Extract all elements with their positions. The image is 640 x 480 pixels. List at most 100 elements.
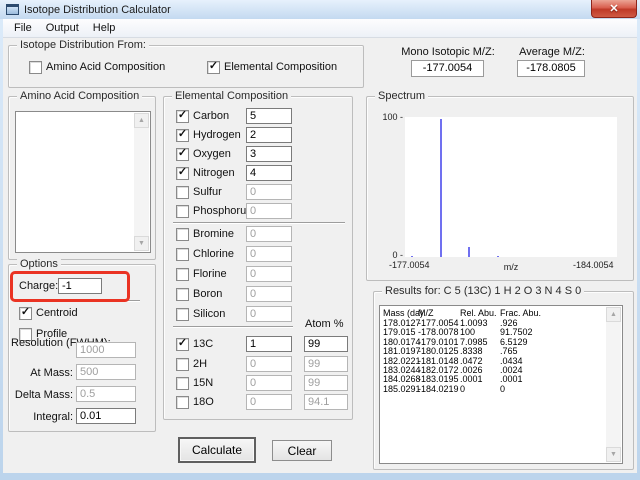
oxygen-label: Oxygen <box>193 148 231 160</box>
hydrogen-checkbox[interactable]: ✓ <box>176 129 189 142</box>
oxygen-checkbox[interactable]: ✓ <box>176 148 189 161</box>
menu-bar: File Output Help <box>3 19 637 38</box>
table-cell: Frac. Abu. <box>500 309 541 318</box>
florine-label: Florine <box>193 268 227 280</box>
spectrum-peak <box>411 256 413 257</box>
carbon-checkbox[interactable]: ✓ <box>176 110 189 123</box>
carbon-count-field[interactable]: 5 <box>246 108 292 124</box>
resolution-fwhm-field[interactable]: 1000 <box>76 342 136 358</box>
2h-label: 2H <box>193 358 207 370</box>
scroll-down-icon[interactable]: ▼ <box>134 236 149 251</box>
florine-checkbox[interactable] <box>176 268 189 281</box>
nitrogen-checkbox[interactable]: ✓ <box>176 167 189 180</box>
nitrogen-count-field[interactable]: 4 <box>246 165 292 181</box>
elemental-composition-checkbox[interactable]: ✓ <box>207 61 220 74</box>
sulfur-checkbox[interactable] <box>176 186 189 199</box>
oxygen-count-field[interactable]: 3 <box>246 146 292 162</box>
window-title: Isotope Distribution Calculator <box>24 4 171 16</box>
13c-count-field[interactable]: 1 <box>246 336 292 352</box>
average-mz-field[interactable]: -178.0805 <box>517 60 585 77</box>
chlorine-label: Chlorine <box>193 248 234 260</box>
boron-checkbox[interactable] <box>176 288 189 301</box>
13c-checkbox[interactable]: ✓ <box>176 338 189 351</box>
element-row: 18O094.1 <box>164 394 352 410</box>
close-button[interactable]: ✕ <box>591 0 637 18</box>
scroll-down-icon[interactable]: ▼ <box>606 447 621 462</box>
nitrogen-label: Nitrogen <box>193 167 235 179</box>
clear-button[interactable]: Clear <box>272 440 332 461</box>
15n-atom-pct-field[interactable]: 99 <box>304 375 348 391</box>
menu-help[interactable]: Help <box>86 20 123 36</box>
table-cell: 0 <box>460 385 465 394</box>
group-label: Amino Acid Composition <box>17 90 142 103</box>
spectrum-peak <box>468 247 470 257</box>
sulfur-label: Sulfur <box>193 186 222 198</box>
18o-checkbox[interactable] <box>176 396 189 409</box>
silicon-checkbox[interactable] <box>176 308 189 321</box>
18o-atom-pct-field[interactable]: 94.1 <box>304 394 348 410</box>
table-cell: Rel. Abu. <box>460 309 497 318</box>
sulfur-count-field[interactable]: 0 <box>246 184 292 200</box>
integral-field[interactable]: 0.01 <box>76 408 136 424</box>
amino-acid-listbox[interactable]: ▲ ▼ <box>15 111 151 253</box>
centroid-label: Centroid <box>36 307 78 319</box>
mono-isotopic-mz-field[interactable]: -177.0054 <box>411 60 484 77</box>
spectrum-peak <box>440 119 442 257</box>
amino-acid-composition-label: Amino Acid Composition <box>46 61 165 73</box>
15n-checkbox[interactable] <box>176 377 189 390</box>
silicon-count-field[interactable]: 0 <box>246 306 292 322</box>
18o-count-field[interactable]: 0 <box>246 394 292 410</box>
element-row: Boron0 <box>164 286 352 302</box>
group-results: Results for: C 5 (13C) 1 H 2 O 3 N 4 S 0… <box>373 291 634 470</box>
delta-mass-label: Delta Mass: <box>11 389 73 401</box>
spectrum-plot <box>405 117 617 257</box>
bromine-count-field[interactable]: 0 <box>246 226 292 242</box>
scroll-up-icon[interactable]: ▲ <box>134 113 149 128</box>
scroll-up-icon[interactable]: ▲ <box>606 307 621 322</box>
amino-acid-composition-checkbox[interactable] <box>29 61 42 74</box>
at-mass-field[interactable]: 500 <box>76 364 136 380</box>
15n-label: 15N <box>193 377 213 389</box>
centroid-checkbox[interactable]: ✓ <box>19 307 32 320</box>
app-window: Isotope Distribution Calculator ✕ File O… <box>0 0 640 480</box>
table-row[interactable]: 185.0291-184.021900 <box>382 385 605 395</box>
chlorine-count-field[interactable]: 0 <box>246 246 292 262</box>
bromine-label: Bromine <box>193 228 234 240</box>
florine-count-field[interactable]: 0 <box>246 266 292 282</box>
phosphorus-count-field[interactable]: 0 <box>246 203 292 219</box>
divider <box>173 222 345 224</box>
menu-output[interactable]: Output <box>39 20 86 36</box>
chlorine-checkbox[interactable] <box>176 248 189 261</box>
boron-count-field[interactable]: 0 <box>246 286 292 302</box>
results-scrollbar[interactable]: ▲ ▼ <box>606 307 621 462</box>
group-label: Elemental Composition <box>172 90 291 103</box>
results-rows: Mass (da)M/ZRel. Abu.Frac. Abu.178.0127-… <box>382 307 605 462</box>
phosphorus-checkbox[interactable] <box>176 205 189 218</box>
hydrogen-count-field[interactable]: 2 <box>246 127 292 143</box>
atom-pct-header: Atom % <box>305 318 344 330</box>
results-listbox[interactable]: Mass (da)M/ZRel. Abu.Frac. Abu.178.0127-… <box>379 305 623 464</box>
2h-atom-pct-field[interactable]: 99 <box>304 356 348 372</box>
phosphorus-label: Phosphorus <box>193 205 252 217</box>
table-cell: -180.0125 <box>418 347 459 356</box>
group-elemental-composition: Elemental Composition ✓Carbon5✓Hydrogen2… <box>163 96 353 420</box>
13c-atom-pct-field[interactable]: 99 <box>304 336 348 352</box>
amino-scrollbar[interactable]: ▲ ▼ <box>134 113 149 251</box>
2h-checkbox[interactable] <box>176 358 189 371</box>
integral-label: Integral: <box>11 411 73 423</box>
average-mz-label: Average M/Z: <box>508 46 596 58</box>
delta-mass-field[interactable]: 0.5 <box>76 386 136 402</box>
group-isotope-distribution-from: Isotope Distribution From: Amino Acid Co… <box>8 45 364 88</box>
calculate-button[interactable]: Calculate <box>178 437 256 463</box>
table-cell: M/Z <box>418 309 434 318</box>
app-icon <box>6 4 19 15</box>
2h-count-field[interactable]: 0 <box>246 356 292 372</box>
title-bar[interactable]: Isotope Distribution Calculator <box>0 0 640 19</box>
15n-count-field[interactable]: 0 <box>246 375 292 391</box>
menu-file[interactable]: File <box>7 20 39 36</box>
silicon-label: Silicon <box>193 308 225 320</box>
x-axis-right-label: -184.0054 <box>573 260 614 270</box>
bromine-checkbox[interactable] <box>176 228 189 241</box>
mono-isotopic-mz-label: Mono Isotopic M/Z: <box>398 46 498 58</box>
element-row: 2H 0 99 <box>164 356 352 372</box>
